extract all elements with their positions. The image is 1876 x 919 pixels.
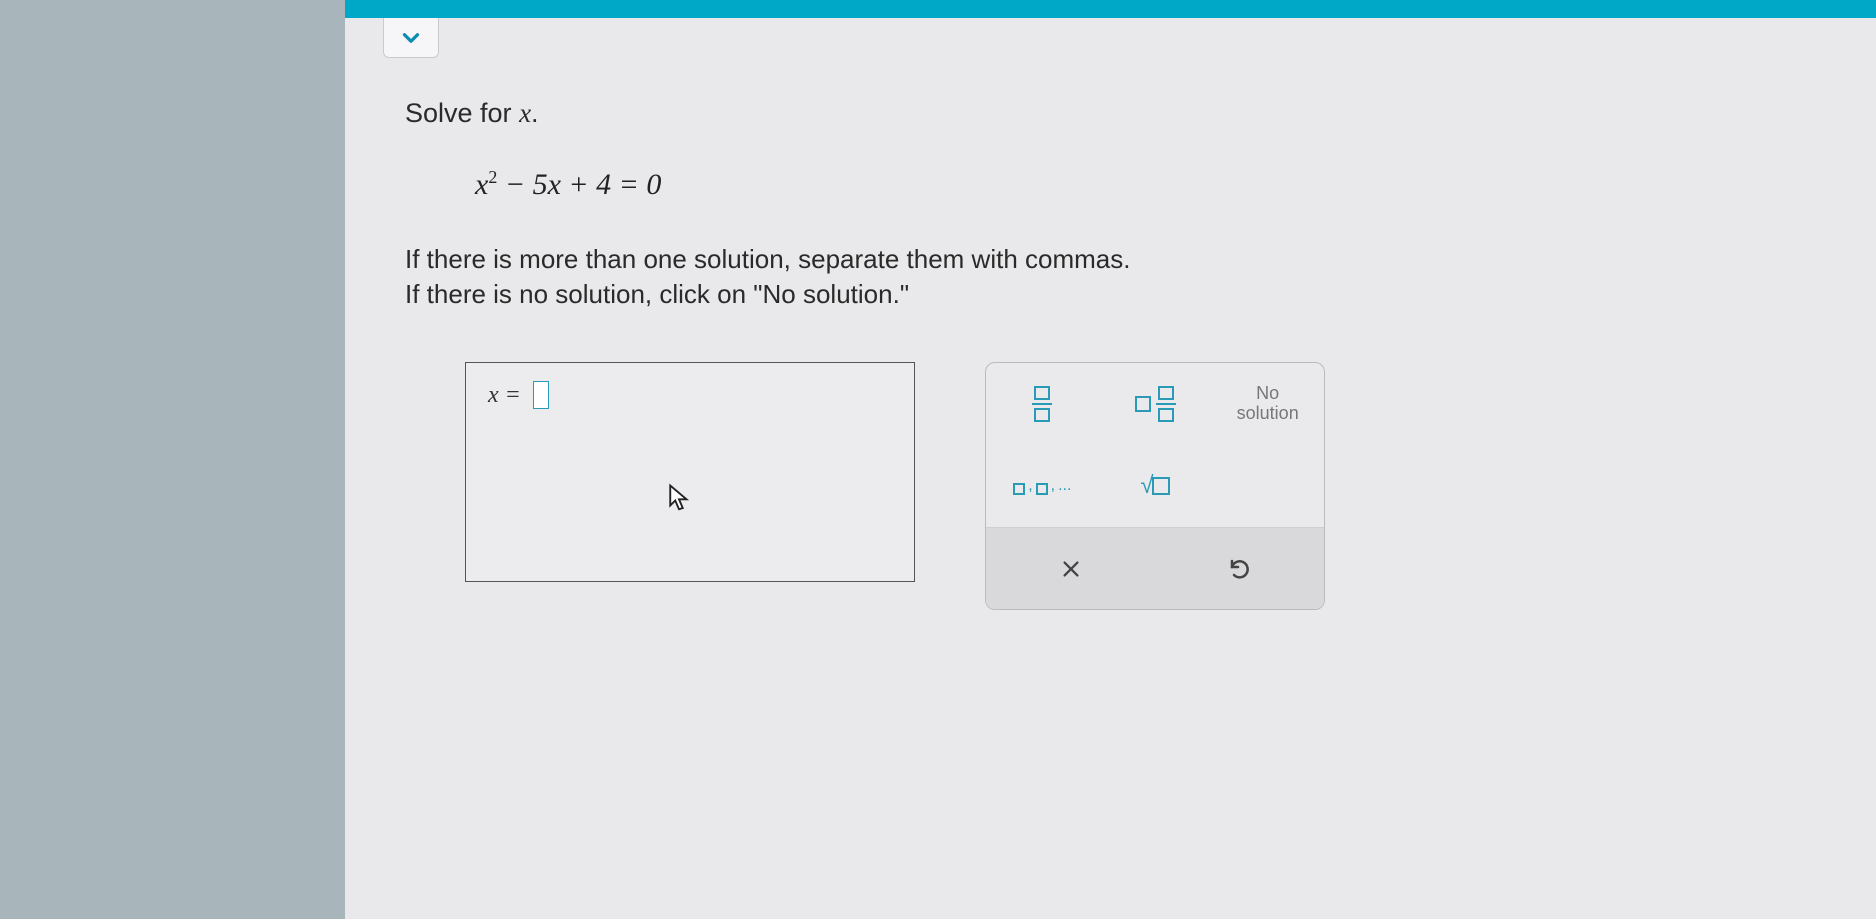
keypad: No solution ,,,...... √ <box>985 362 1325 610</box>
clear-button[interactable] <box>986 528 1155 609</box>
sqrt-icon: √ <box>1140 472 1169 500</box>
chevron-down-icon <box>398 25 424 51</box>
eq-mid: − 5 <box>497 168 547 201</box>
fraction-icon <box>1032 386 1052 422</box>
mixed-number-icon <box>1135 386 1176 422</box>
list-button[interactable]: ,,,...... <box>986 445 1099 527</box>
answer-input[interactable] <box>533 381 549 409</box>
no-solution-label: No solution <box>1237 384 1299 424</box>
top-bar <box>345 0 1876 18</box>
prompt-prefix: Solve for <box>405 98 519 128</box>
collapse-tab[interactable] <box>383 18 439 58</box>
main-panel: Solve for x. x2 − 5x + 4 = 0 If there is… <box>345 0 1876 919</box>
undo-icon <box>1228 557 1252 581</box>
instructions-line2: If there is no solution, click on "No so… <box>405 277 1816 312</box>
no-solution-button[interactable]: No solution <box>1211 363 1324 445</box>
eq-base2: x <box>548 168 561 201</box>
instructions-line1: If there is more than one solution, sepa… <box>405 242 1816 277</box>
eq-base1: x <box>475 168 488 201</box>
fraction-button[interactable] <box>986 363 1099 445</box>
eq-tail: + 4 = 0 <box>561 168 662 201</box>
instructions: If there is more than one solution, sepa… <box>405 242 1816 312</box>
prompt-variable: x <box>519 98 531 128</box>
keypad-spacer <box>1211 445 1324 527</box>
cursor-icon <box>666 483 692 518</box>
sqrt-button[interactable]: √ <box>1099 445 1212 527</box>
left-gutter <box>0 0 345 919</box>
question-prompt: Solve for x. <box>405 98 1816 129</box>
close-icon <box>1060 558 1082 580</box>
equation: x2 − 5x + 4 = 0 <box>405 167 1816 202</box>
eq-exp1: 2 <box>488 167 497 187</box>
mixed-number-button[interactable] <box>1099 363 1212 445</box>
answer-label: x = <box>488 382 521 409</box>
answer-box[interactable]: x = <box>465 362 915 582</box>
prompt-suffix: . <box>531 98 539 128</box>
list-icon: ,,,...... <box>1013 477 1071 495</box>
undo-button[interactable] <box>1155 528 1324 609</box>
